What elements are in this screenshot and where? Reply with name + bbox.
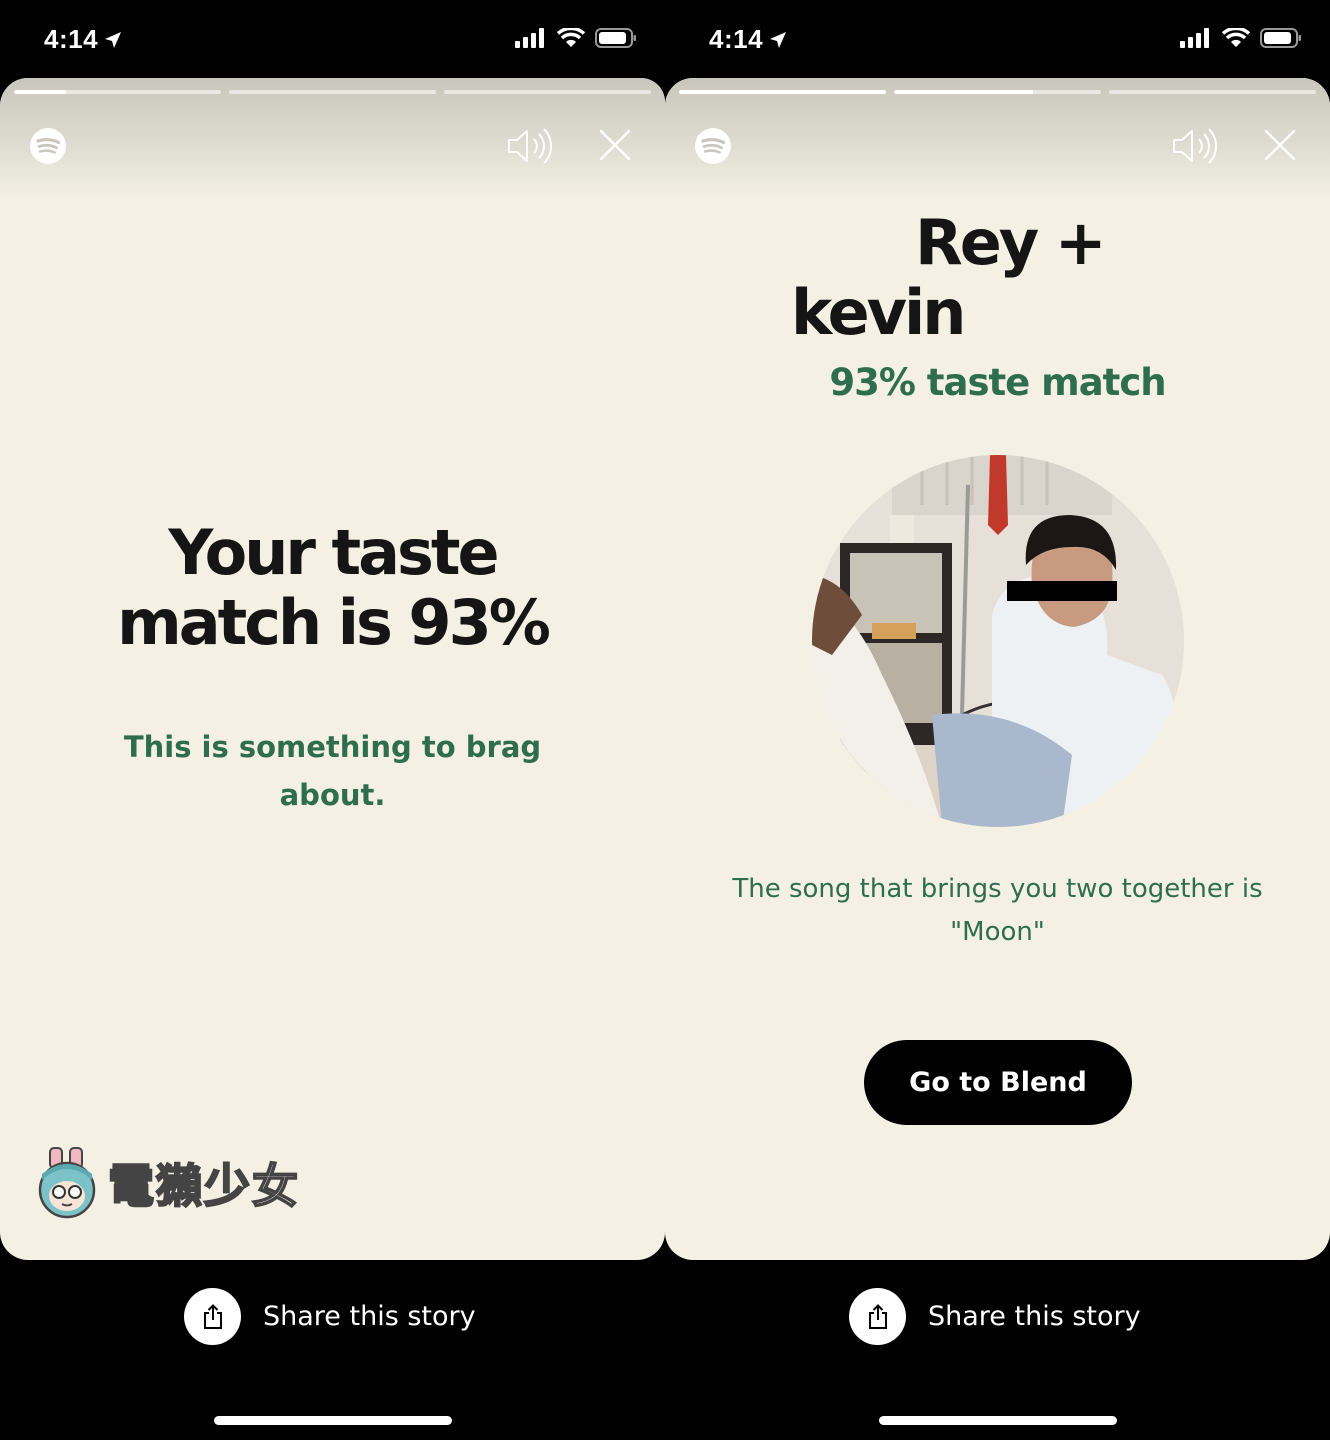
progress-segment [229,90,436,94]
share-circle[interactable] [184,1288,241,1345]
story-card[interactable]: Your taste match is 93% This is somethin… [0,78,665,1260]
story-card[interactable]: Rey + kevin 93% taste match The song tha… [665,78,1330,1260]
signal-icon [515,28,544,48]
progress-fill [894,90,1033,94]
story-header [0,78,665,198]
mascot-logo-icon [38,1147,96,1219]
share-icon [203,1303,222,1329]
share-circle[interactable] [849,1288,906,1345]
taste-match-subline: This is something to brag about. [0,723,665,819]
story-progress [679,90,1316,94]
battery-icon [595,28,636,48]
location-arrow-icon [770,31,787,48]
location-arrow-icon [105,31,122,48]
wifi-icon [557,28,585,47]
name-line: kevin [791,276,966,349]
progress-segment [14,90,221,94]
subline-line: about. [279,778,386,812]
battery-icon [1260,28,1301,48]
clock-text: 4:14 [44,24,99,54]
share-icon [868,1303,887,1329]
volume-icon[interactable] [506,126,552,166]
close-icon[interactable] [1263,128,1297,162]
progress-segment [679,90,886,94]
watermark: 電獺少女 [36,1146,300,1220]
story-progress [14,90,651,94]
status-time: 4:14 [709,24,787,55]
profile-photo-image [812,455,1184,827]
story-header [665,78,1330,198]
profile-photo [812,455,1184,827]
go-to-blend-button[interactable]: Go to Blend [864,1040,1132,1125]
share-story-button[interactable]: Share this story [849,1288,1141,1345]
subline-line: This is something to brag [123,730,542,764]
progress-fill [679,90,886,94]
song-caption-line: The song that brings you two together is [732,874,1263,904]
progress-segment [894,90,1101,94]
progress-fill [14,90,66,94]
home-indicator[interactable] [879,1416,1117,1425]
headline-line: Your taste [168,516,499,589]
watermark-text: 電獺少女 [107,1158,300,1214]
story-screen-taste-match: 4:14 Your taste match is 93% This is som… [0,0,665,1440]
status-icons [515,28,637,48]
status-icons [1180,28,1302,48]
share-story-button[interactable]: Share this story [184,1288,476,1345]
volume-icon[interactable] [1171,126,1217,166]
taste-match-label: 93% taste match [829,361,1166,404]
clock-text: 4:14 [709,24,764,54]
status-time: 4:14 [44,24,122,55]
story-screen-blend: 4:14 Rey + kevin 93% taste match The son… [665,0,1330,1440]
name-line: Rey + [915,206,1107,279]
song-caption: The song that brings you two together is… [705,868,1290,954]
progress-segment [1109,90,1316,94]
share-label[interactable]: Share this story [263,1301,476,1332]
close-icon[interactable] [598,128,632,162]
spotify-icon [30,128,66,164]
home-indicator[interactable] [214,1416,452,1425]
progress-segment [444,90,651,94]
wifi-icon [1222,28,1250,47]
status-bar: 4:14 [0,0,665,78]
headline-line: match is 93% [117,586,551,659]
signal-icon [1180,28,1209,48]
taste-match-headline: Your taste match is 93% [0,518,665,658]
status-bar: 4:14 [665,0,1330,78]
spotify-icon [695,128,731,164]
share-label[interactable]: Share this story [928,1301,1141,1332]
song-title: "Moon" [950,917,1045,947]
